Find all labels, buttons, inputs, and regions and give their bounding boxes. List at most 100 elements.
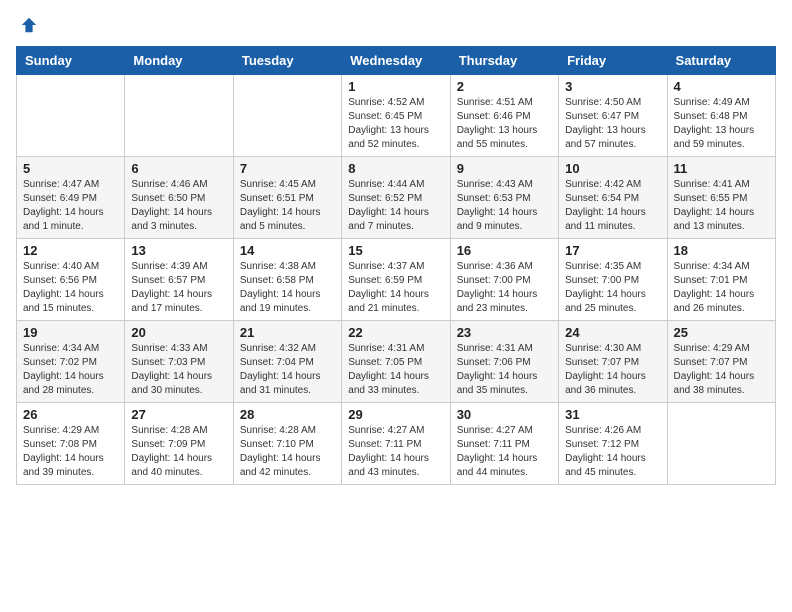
day-detail: Sunrise: 4:49 AM Sunset: 6:48 PM Dayligh… [674,96,769,152]
calendar-cell: 7Sunrise: 4:45 AM Sunset: 6:51 PM Daylig… [233,157,341,239]
day-detail: Sunrise: 4:44 AM Sunset: 6:52 PM Dayligh… [348,178,443,234]
calendar-cell: 9 Sunrise: 4:43 AM Sunset: 6:53 PM Daylig… [450,157,558,239]
day-detail: Sunrise: 4:28 AM Sunset: 7:10 PM Dayligh… [240,424,335,480]
weekday-header-row: SundayMondayTuesdayWednesdayThursdayFrid… [17,47,776,75]
day-detail: Sunrise: 4:36 AM Sunset: 7:00 PM Dayligh… [457,260,552,316]
calendar-cell: 17Sunrise: 4:35 AM Sunset: 7:00 PM Dayli… [559,239,667,321]
calendar-cell: 11 Sunrise: 4:41 AM Sunset: 6:55 PM Dayli… [667,157,775,239]
day-detail: Sunrise: 4:39 AM Sunset: 6:57 PM Dayligh… [131,260,226,316]
day-number: 2 [457,79,552,94]
calendar-cell: 31Sunrise: 4:26 AM Sunset: 7:12 PM Dayli… [559,403,667,485]
day-number: 30 [457,407,552,422]
calendar-cell: 28 Sunrise: 4:28 AM Sunset: 7:10 PM Dayli… [233,403,341,485]
weekday-header: Tuesday [233,47,341,75]
calendar-cell: 15 Sunrise: 4:37 AM Sunset: 6:59 PM Dayli… [342,239,450,321]
day-detail: Sunrise: 4:27 AM Sunset: 7:11 PM Dayligh… [457,424,552,480]
day-detail: Sunrise: 4:28 AM Sunset: 7:09 PM Dayligh… [131,424,226,480]
day-number: 5 [23,161,118,176]
calendar-cell [17,75,125,157]
calendar-cell: 4 Sunrise: 4:49 AM Sunset: 6:48 PM Daylig… [667,75,775,157]
day-detail: Sunrise: 4:51 AM Sunset: 6:46 PM Dayligh… [457,96,552,152]
day-detail: Sunrise: 4:42 AM Sunset: 6:54 PM Dayligh… [565,178,660,234]
calendar-cell: 24 Sunrise: 4:30 AM Sunset: 7:07 PM Dayli… [559,321,667,403]
day-number: 6 [131,161,226,176]
calendar-week-row: 12 Sunrise: 4:40 AM Sunset: 6:56 PM Dayli… [17,239,776,321]
day-number: 9 [457,161,552,176]
calendar-cell: 5Sunrise: 4:47 AM Sunset: 6:49 PM Daylig… [17,157,125,239]
day-number: 27 [131,407,226,422]
logo-icon [20,16,38,34]
day-detail: Sunrise: 4:43 AM Sunset: 6:53 PM Dayligh… [457,178,552,234]
day-number: 11 [674,161,769,176]
day-number: 21 [240,325,335,340]
calendar-cell: 12 Sunrise: 4:40 AM Sunset: 6:56 PM Dayli… [17,239,125,321]
calendar-cell: 23Sunrise: 4:31 AM Sunset: 7:06 PM Dayli… [450,321,558,403]
day-detail: Sunrise: 4:52 AM Sunset: 6:45 PM Dayligh… [348,96,443,152]
day-number: 24 [565,325,660,340]
weekday-header: Monday [125,47,233,75]
day-detail: Sunrise: 4:37 AM Sunset: 6:59 PM Dayligh… [348,260,443,316]
day-number: 15 [348,243,443,258]
calendar-cell: 22 Sunrise: 4:31 AM Sunset: 7:05 PM Dayli… [342,321,450,403]
day-detail: Sunrise: 4:50 AM Sunset: 6:47 PM Dayligh… [565,96,660,152]
calendar-cell: 3 Sunrise: 4:50 AM Sunset: 6:47 PM Daylig… [559,75,667,157]
calendar-week-row: 19Sunrise: 4:34 AM Sunset: 7:02 PM Dayli… [17,321,776,403]
day-detail: Sunrise: 4:34 AM Sunset: 7:02 PM Dayligh… [23,342,118,398]
logo [16,16,38,34]
calendar-cell: 19Sunrise: 4:34 AM Sunset: 7:02 PM Dayli… [17,321,125,403]
day-number: 26 [23,407,118,422]
page-header [16,16,776,34]
day-number: 18 [674,243,769,258]
day-detail: Sunrise: 4:32 AM Sunset: 7:04 PM Dayligh… [240,342,335,398]
calendar-table: SundayMondayTuesdayWednesdayThursdayFrid… [16,46,776,485]
calendar-cell: 26 Sunrise: 4:29 AM Sunset: 7:08 PM Dayli… [17,403,125,485]
day-detail: Sunrise: 4:29 AM Sunset: 7:08 PM Dayligh… [23,424,118,480]
calendar-cell: 2 Sunrise: 4:51 AM Sunset: 6:46 PM Daylig… [450,75,558,157]
calendar-cell: 16Sunrise: 4:36 AM Sunset: 7:00 PM Dayli… [450,239,558,321]
calendar-week-row: 1 Sunrise: 4:52 AM Sunset: 6:45 PM Daylig… [17,75,776,157]
calendar-cell: 25 Sunrise: 4:29 AM Sunset: 7:07 PM Dayli… [667,321,775,403]
calendar-cell: 21 Sunrise: 4:32 AM Sunset: 7:04 PM Dayli… [233,321,341,403]
day-number: 12 [23,243,118,258]
day-number: 7 [240,161,335,176]
calendar-cell: 1 Sunrise: 4:52 AM Sunset: 6:45 PM Daylig… [342,75,450,157]
day-detail: Sunrise: 4:26 AM Sunset: 7:12 PM Dayligh… [565,424,660,480]
calendar-cell: 10 Sunrise: 4:42 AM Sunset: 6:54 PM Dayli… [559,157,667,239]
calendar-cell: 6 Sunrise: 4:46 AM Sunset: 6:50 PM Daylig… [125,157,233,239]
day-detail: Sunrise: 4:34 AM Sunset: 7:01 PM Dayligh… [674,260,769,316]
day-detail: Sunrise: 4:27 AM Sunset: 7:11 PM Dayligh… [348,424,443,480]
day-detail: Sunrise: 4:31 AM Sunset: 7:05 PM Dayligh… [348,342,443,398]
day-number: 4 [674,79,769,94]
day-detail: Sunrise: 4:46 AM Sunset: 6:50 PM Dayligh… [131,178,226,234]
day-number: 25 [674,325,769,340]
day-number: 10 [565,161,660,176]
calendar-week-row: 26 Sunrise: 4:29 AM Sunset: 7:08 PM Dayli… [17,403,776,485]
day-detail: Sunrise: 4:40 AM Sunset: 6:56 PM Dayligh… [23,260,118,316]
calendar-cell: 14 Sunrise: 4:38 AM Sunset: 6:58 PM Dayli… [233,239,341,321]
weekday-header: Wednesday [342,47,450,75]
day-detail: Sunrise: 4:38 AM Sunset: 6:58 PM Dayligh… [240,260,335,316]
calendar-cell: 27 Sunrise: 4:28 AM Sunset: 7:09 PM Dayli… [125,403,233,485]
day-number: 28 [240,407,335,422]
calendar-cell [667,403,775,485]
calendar-cell: 8 Sunrise: 4:44 AM Sunset: 6:52 PM Daylig… [342,157,450,239]
day-detail: Sunrise: 4:33 AM Sunset: 7:03 PM Dayligh… [131,342,226,398]
day-detail: Sunrise: 4:41 AM Sunset: 6:55 PM Dayligh… [674,178,769,234]
calendar-cell [233,75,341,157]
weekday-header: Saturday [667,47,775,75]
day-detail: Sunrise: 4:29 AM Sunset: 7:07 PM Dayligh… [674,342,769,398]
day-number: 20 [131,325,226,340]
calendar-cell: 29 Sunrise: 4:27 AM Sunset: 7:11 PM Dayli… [342,403,450,485]
calendar-cell: 30 Sunrise: 4:27 AM Sunset: 7:11 PM Dayli… [450,403,558,485]
weekday-header: Friday [559,47,667,75]
day-number: 1 [348,79,443,94]
day-detail: Sunrise: 4:30 AM Sunset: 7:07 PM Dayligh… [565,342,660,398]
day-number: 14 [240,243,335,258]
day-number: 22 [348,325,443,340]
weekday-header: Sunday [17,47,125,75]
day-number: 23 [457,325,552,340]
day-number: 29 [348,407,443,422]
day-number: 3 [565,79,660,94]
day-number: 8 [348,161,443,176]
calendar-week-row: 5Sunrise: 4:47 AM Sunset: 6:49 PM Daylig… [17,157,776,239]
